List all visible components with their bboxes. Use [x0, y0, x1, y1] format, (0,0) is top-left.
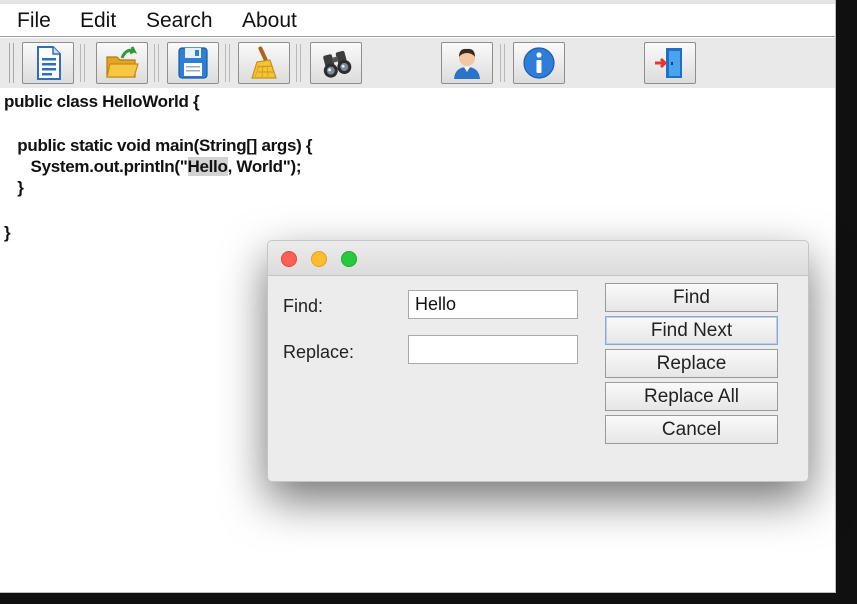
exit-door-icon: [655, 48, 682, 78]
replace-input[interactable]: [408, 335, 578, 364]
info-button[interactable]: [513, 42, 565, 84]
save-floppy-icon: [178, 47, 208, 79]
user-icon: [454, 48, 480, 79]
code-text: System.out.println(": [4, 157, 188, 176]
new-document-icon: [37, 46, 61, 80]
search-highlight: Hello: [187, 157, 228, 176]
open-file-button[interactable]: [96, 42, 148, 84]
menu-search[interactable]: Search: [146, 9, 213, 33]
save-file-button[interactable]: [167, 42, 219, 84]
code-line: }: [4, 178, 24, 197]
code-line: public class HelloWorld {: [4, 92, 200, 111]
exit-button[interactable]: [644, 42, 696, 84]
find-next-button[interactable]: Find Next: [605, 316, 778, 345]
find-button[interactable]: Find: [605, 283, 778, 312]
find-replace-dialog: Find: Replace: Find Find Next Replace Re…: [267, 240, 809, 482]
toolbar-separator: [80, 44, 85, 82]
cancel-button[interactable]: Cancel: [605, 415, 778, 444]
code-line: System.out.println("Hello, World");: [4, 157, 302, 177]
code-line: }: [4, 223, 11, 242]
find-button[interactable]: [310, 42, 362, 84]
replace-button[interactable]: Replace: [605, 349, 778, 378]
toolbar-separator: [296, 44, 301, 82]
toolbar-separator: [225, 44, 230, 82]
minimize-icon[interactable]: [311, 251, 327, 267]
clear-broom-icon: [251, 46, 277, 79]
info-icon: [523, 47, 555, 79]
toolbar-grip[interactable]: [9, 43, 14, 83]
replace-all-button[interactable]: Replace All: [605, 382, 778, 411]
toolbar: [0, 38, 835, 88]
open-folder-icon: [106, 46, 139, 78]
menu-about[interactable]: About: [242, 9, 297, 33]
close-icon[interactable]: [281, 251, 297, 267]
user-button[interactable]: [441, 42, 493, 84]
toolbar-separator: [500, 44, 505, 82]
menu-edit[interactable]: Edit: [80, 9, 116, 33]
new-file-button[interactable]: [22, 42, 74, 84]
code-text: , World");: [227, 157, 302, 176]
menu-bar: File Edit Search About: [0, 4, 835, 37]
find-label: Find:: [283, 296, 324, 316]
clear-button[interactable]: [238, 42, 290, 84]
code-line: public static void main(String[] args) {: [4, 136, 313, 155]
find-input[interactable]: [408, 290, 578, 319]
toolbar-separator: [154, 44, 159, 82]
replace-label: Replace:: [283, 342, 355, 362]
menu-file[interactable]: File: [17, 9, 51, 33]
dialog-title-bar[interactable]: [268, 241, 808, 276]
zoom-icon[interactable]: [341, 251, 357, 267]
find-binoculars-icon: [323, 50, 352, 78]
